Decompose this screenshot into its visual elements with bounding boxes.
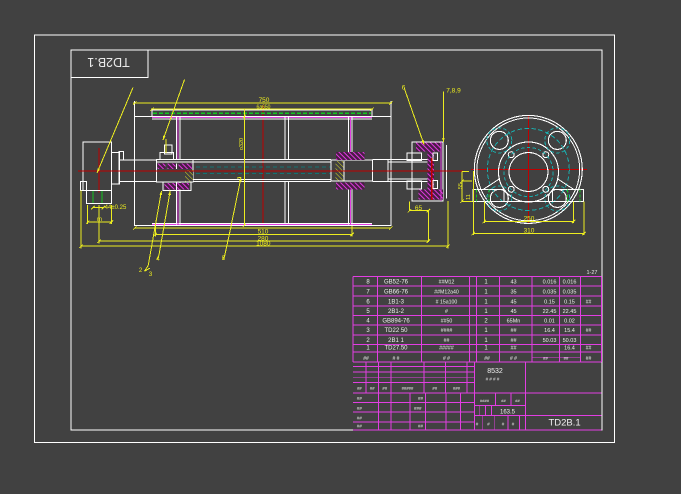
svg-text:1B1-3: 1B1-3 bbox=[388, 299, 405, 305]
svg-text:310: 310 bbox=[524, 227, 535, 234]
svg-text:22.45: 22.45 bbox=[563, 309, 577, 315]
svg-text:##: ## bbox=[418, 424, 424, 429]
svg-text:##: ## bbox=[432, 386, 437, 391]
svg-text:2B1-2: 2B1-2 bbox=[388, 309, 405, 315]
svg-text:##50: ##50 bbox=[441, 319, 453, 325]
svg-text:# # # #: # # # # bbox=[486, 377, 500, 382]
svg-text:0.035: 0.035 bbox=[563, 289, 577, 295]
svg-text:# #: # # bbox=[393, 356, 400, 362]
svg-text:# 15a100: # 15a100 bbox=[436, 299, 458, 305]
svg-text:##: ## bbox=[586, 346, 592, 352]
svg-text:1080: 1080 bbox=[256, 241, 271, 248]
svg-text:50.03: 50.03 bbox=[563, 338, 577, 344]
svg-text:#: # bbox=[445, 309, 448, 315]
svg-text:65Mn: 65Mn bbox=[507, 319, 521, 325]
svg-text:##: ## bbox=[586, 299, 592, 305]
svg-text:45: 45 bbox=[510, 299, 516, 305]
svg-text:6: 6 bbox=[402, 85, 406, 92]
svg-text:##: ## bbox=[543, 356, 548, 361]
svg-text:0.01: 0.01 bbox=[544, 319, 555, 325]
svg-text:0.02: 0.02 bbox=[564, 319, 575, 325]
svg-text:##: ## bbox=[564, 356, 569, 361]
svg-text:##: ## bbox=[501, 398, 506, 403]
svg-text:22.45: 22.45 bbox=[543, 309, 557, 315]
svg-text:##M12a40: ##M12a40 bbox=[434, 289, 459, 295]
svg-text:510: 510 bbox=[258, 228, 269, 235]
svg-text:##: ## bbox=[357, 386, 362, 391]
svg-text:##: ## bbox=[357, 424, 363, 429]
svg-text:16.4: 16.4 bbox=[544, 328, 555, 334]
svg-text:0.035: 0.035 bbox=[543, 289, 557, 295]
svg-text:50.03: 50.03 bbox=[543, 338, 557, 344]
svg-text:##: ## bbox=[357, 406, 363, 411]
svg-text:35: 35 bbox=[510, 289, 516, 295]
svg-text:####: #### bbox=[480, 398, 490, 403]
svg-text:65: 65 bbox=[415, 205, 423, 212]
svg-text:# #: # # bbox=[510, 356, 517, 362]
svg-text:0.016: 0.016 bbox=[543, 279, 557, 285]
svg-text:43: 43 bbox=[510, 279, 516, 285]
svg-text:15.4: 15.4 bbox=[564, 328, 575, 334]
svg-text:8532: 8532 bbox=[487, 368, 503, 375]
svg-text:45: 45 bbox=[510, 309, 516, 315]
svg-text:TD22 50: TD22 50 bbox=[384, 328, 408, 334]
svg-text:##: ## bbox=[510, 338, 517, 344]
svg-text:##: ## bbox=[382, 386, 387, 391]
svg-text:# #: # # bbox=[443, 356, 450, 362]
svg-text:TD27.50: TD27.50 bbox=[384, 346, 408, 352]
svg-text:o320: o320 bbox=[239, 138, 245, 150]
svg-text:GB52-76: GB52-76 bbox=[384, 279, 409, 285]
svg-text:6a650: 6a650 bbox=[257, 104, 271, 110]
svg-text:#####: ##### bbox=[402, 386, 414, 391]
svg-text:55: 55 bbox=[458, 183, 464, 189]
svg-text:750: 750 bbox=[259, 97, 270, 104]
svg-text:##: ## bbox=[586, 356, 592, 362]
svg-text:###: ### bbox=[414, 406, 422, 411]
svg-text:7,8,9: 7,8,9 bbox=[446, 88, 461, 95]
svg-text:##: ## bbox=[444, 338, 450, 344]
svg-text:#####: ##### bbox=[439, 346, 454, 352]
svg-text:##: ## bbox=[484, 356, 490, 362]
svg-text:163.5: 163.5 bbox=[500, 409, 516, 415]
svg-text:250: 250 bbox=[524, 215, 535, 222]
svg-text:##: ## bbox=[510, 328, 517, 334]
svg-text:0.15: 0.15 bbox=[564, 299, 575, 305]
svg-text:##: ## bbox=[515, 398, 520, 403]
svg-text:m: m bbox=[97, 217, 102, 223]
svg-text:0.016: 0.016 bbox=[563, 279, 577, 285]
svg-text:1-27: 1-27 bbox=[586, 270, 597, 276]
svg-text:##: ## bbox=[370, 386, 375, 391]
svg-text:##: ## bbox=[418, 396, 424, 401]
svg-text:##: ## bbox=[586, 328, 592, 334]
svg-text:####: #### bbox=[441, 328, 453, 334]
svg-text:16.4: 16.4 bbox=[564, 346, 575, 352]
svg-text:###: ### bbox=[453, 386, 461, 391]
svg-text:GB894-76: GB894-76 bbox=[382, 319, 410, 325]
svg-text:##M12: ##M12 bbox=[439, 279, 455, 285]
svg-text:GB66-76: GB66-76 bbox=[384, 289, 409, 295]
svg-text:##: ## bbox=[510, 346, 517, 352]
svg-text:44±0.25: 44±0.25 bbox=[105, 205, 127, 211]
svg-text:11: 11 bbox=[466, 194, 472, 200]
svg-text:TD2B.1: TD2B.1 bbox=[548, 418, 580, 429]
svg-text:0.15: 0.15 bbox=[544, 299, 555, 305]
svg-text:##: ## bbox=[363, 356, 369, 362]
svg-text:2B1 1: 2B1 1 bbox=[388, 338, 404, 344]
svg-text:##: ## bbox=[357, 396, 363, 401]
svg-text:TD2B.1: TD2B.1 bbox=[87, 55, 129, 69]
svg-text:##: ## bbox=[357, 415, 363, 420]
